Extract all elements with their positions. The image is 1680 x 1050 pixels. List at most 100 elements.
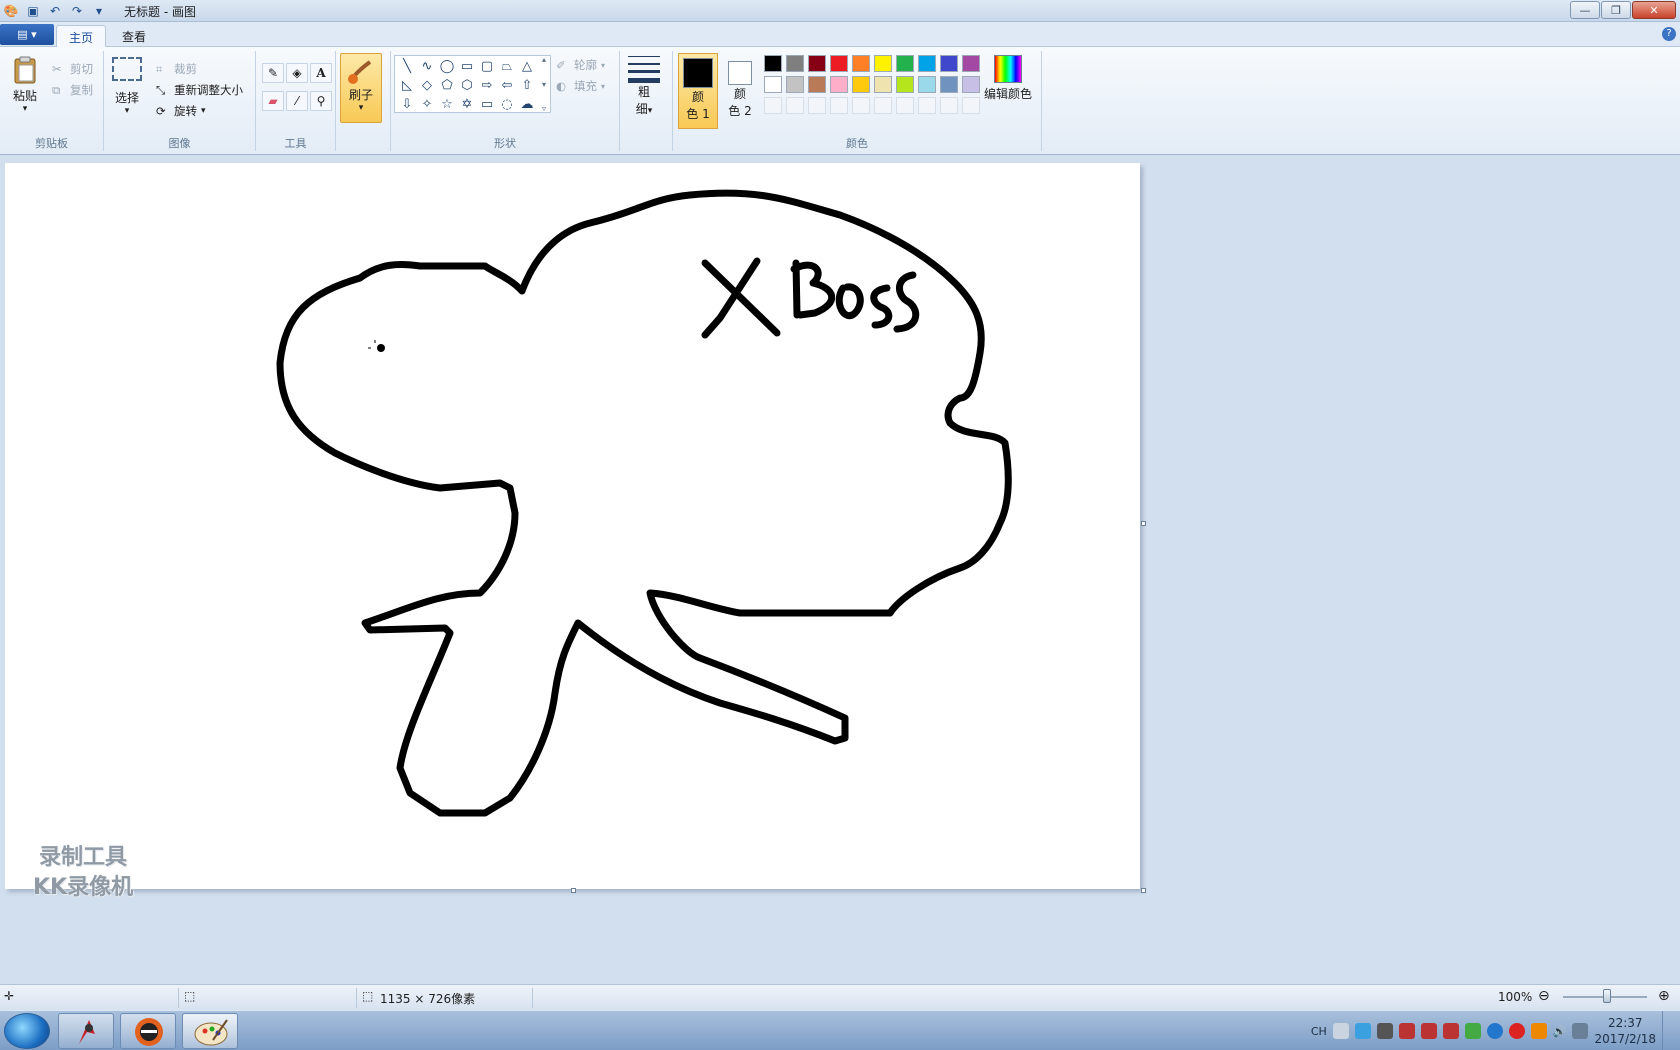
shapes-scroll[interactable]: ▴ ▾ ▿: [542, 55, 552, 113]
select-button[interactable]: 选择 ▾: [112, 57, 142, 116]
keyboard-icon[interactable]: [1332, 1023, 1349, 1039]
rounded-rectangle-shape-icon[interactable]: ▢: [477, 57, 497, 76]
palette-swatch[interactable]: [830, 76, 848, 93]
right-triangle-shape-icon[interactable]: ◺: [397, 76, 417, 95]
hexagon-shape-icon[interactable]: ⬡: [457, 76, 477, 95]
scroll-up-icon[interactable]: ▴: [542, 55, 552, 64]
right-arrow-shape-icon[interactable]: ⇨: [477, 76, 497, 95]
custom-color-slot[interactable]: [918, 97, 936, 114]
ime-indicator[interactable]: CH: [1311, 1025, 1327, 1038]
resize-handle-right[interactable]: [1141, 521, 1146, 526]
taskbar-app-1[interactable]: [58, 1013, 114, 1049]
pencil-icon[interactable]: ✎: [262, 63, 284, 83]
resize-button[interactable]: ⤡ 重新调整大小: [156, 82, 243, 98]
copy-button[interactable]: ⧉ 复制: [52, 82, 93, 98]
tab-home[interactable]: 主页: [56, 25, 107, 47]
custom-color-slot[interactable]: [786, 97, 804, 114]
expand-gallery-icon[interactable]: ▿: [542, 104, 552, 113]
palette-swatch[interactable]: [764, 76, 782, 93]
recorder-tray-icon[interactable]: [1508, 1023, 1525, 1039]
palette-swatch[interactable]: [808, 76, 826, 93]
taskbar-app-2[interactable]: [120, 1013, 176, 1049]
custom-color-slot[interactable]: [852, 97, 870, 114]
zoom-slider-thumb[interactable]: [1603, 989, 1611, 1003]
custom-color-slot[interactable]: [830, 97, 848, 114]
palette-swatch[interactable]: [852, 76, 870, 93]
help-icon[interactable]: ?: [1662, 27, 1676, 41]
palette-swatch[interactable]: [852, 55, 870, 72]
rotate-button[interactable]: ⟳ 旋转 ▾: [156, 103, 206, 119]
color1-button[interactable]: 颜 色 1: [678, 53, 718, 129]
customize-qat-icon[interactable]: ▾: [90, 2, 108, 19]
six-point-star-shape-icon[interactable]: ✡: [457, 95, 477, 114]
qq-icon[interactable]: [1354, 1023, 1371, 1039]
ninja-tray-icon[interactable]: [1398, 1023, 1415, 1039]
paint-app-icon[interactable]: 🎨: [2, 2, 20, 19]
undo-icon[interactable]: ↶: [46, 2, 64, 19]
minimize-button[interactable]: —: [1570, 1, 1600, 19]
text-tool-icon[interactable]: A: [310, 63, 332, 83]
left-arrow-shape-icon[interactable]: ⇦: [497, 76, 517, 95]
palette-swatch[interactable]: [874, 76, 892, 93]
palette-swatch[interactable]: [940, 76, 958, 93]
pentagon-shape-icon[interactable]: ⬠: [437, 76, 457, 95]
ninja-tray-icon[interactable]: [1442, 1023, 1459, 1039]
ninja-tray-icon[interactable]: [1420, 1023, 1437, 1039]
tab-view[interactable]: 查看: [110, 25, 158, 47]
security-icon[interactable]: [1464, 1023, 1481, 1039]
restore-button[interactable]: ❐: [1601, 1, 1631, 19]
close-button[interactable]: ✕: [1632, 1, 1676, 19]
start-button[interactable]: [4, 1013, 50, 1049]
color2-button[interactable]: 颜 色 2: [720, 53, 760, 129]
paint-menu-button[interactable]: ▤ ▾: [0, 24, 54, 45]
outline-button[interactable]: ✐ 轮廓 ▾: [556, 57, 605, 73]
palette-swatch[interactable]: [786, 76, 804, 93]
five-point-star-shape-icon[interactable]: ☆: [437, 95, 457, 114]
oval-shape-icon[interactable]: ◯: [437, 57, 457, 76]
palette-swatch[interactable]: [764, 55, 782, 72]
palette-swatch[interactable]: [918, 55, 936, 72]
save-icon[interactable]: ▣: [24, 2, 42, 19]
color-picker-icon[interactable]: ⁄: [286, 91, 308, 111]
cloud-callout-shape-icon[interactable]: ☁: [517, 95, 537, 114]
palette-swatch[interactable]: [896, 76, 914, 93]
four-point-star-shape-icon[interactable]: ✧: [417, 95, 437, 114]
tray-app-icon[interactable]: [1530, 1023, 1547, 1039]
custom-color-slot[interactable]: [896, 97, 914, 114]
custom-color-slot[interactable]: [962, 97, 980, 114]
triangle-shape-icon[interactable]: △: [517, 57, 537, 76]
diamond-shape-icon[interactable]: ◇: [417, 76, 437, 95]
palette-swatch[interactable]: [918, 76, 936, 93]
down-arrow-shape-icon[interactable]: ⇩: [397, 95, 417, 114]
magnifier-icon[interactable]: ⚲: [310, 91, 332, 111]
up-arrow-shape-icon[interactable]: ⇧: [517, 76, 537, 95]
clock[interactable]: 22:37 2017/2/18: [1594, 1015, 1656, 1047]
cut-button[interactable]: ✂ 剪切: [52, 61, 93, 77]
network-icon[interactable]: [1572, 1023, 1589, 1039]
redo-icon[interactable]: ↷: [68, 2, 86, 19]
custom-color-slot[interactable]: [764, 97, 782, 114]
rect-callout-shape-icon[interactable]: ▭: [477, 95, 497, 114]
palette-swatch[interactable]: [830, 55, 848, 72]
palette-swatch[interactable]: [808, 55, 826, 72]
brushes-button[interactable]: 刷子 ▾: [340, 53, 382, 123]
palette-swatch[interactable]: [962, 55, 980, 72]
scroll-down-icon[interactable]: ▾: [542, 80, 552, 89]
resize-handle-bottom[interactable]: [571, 888, 576, 893]
edit-colors-button[interactable]: 编辑颜色: [984, 55, 1032, 102]
fill-bucket-icon[interactable]: ◈: [286, 63, 308, 83]
custom-color-slot[interactable]: [940, 97, 958, 114]
palette-swatch[interactable]: [896, 55, 914, 72]
oval-callout-shape-icon[interactable]: ◌: [497, 95, 517, 114]
palette-swatch[interactable]: [962, 76, 980, 93]
size-button[interactable]: 粗 细▾: [628, 53, 660, 117]
palette-swatch[interactable]: [874, 55, 892, 72]
curve-shape-icon[interactable]: ∿: [417, 57, 437, 76]
paste-button[interactable]: 粘贴 ▾: [10, 55, 40, 114]
zoom-out-icon[interactable]: ⊖: [1538, 988, 1550, 1004]
browser-icon[interactable]: [1486, 1023, 1503, 1039]
line-shape-icon[interactable]: ╲: [397, 57, 417, 76]
zoom-in-icon[interactable]: ⊕: [1658, 988, 1670, 1004]
show-desktop-button[interactable]: [1662, 1011, 1672, 1050]
taskbar-paint[interactable]: [182, 1013, 238, 1049]
